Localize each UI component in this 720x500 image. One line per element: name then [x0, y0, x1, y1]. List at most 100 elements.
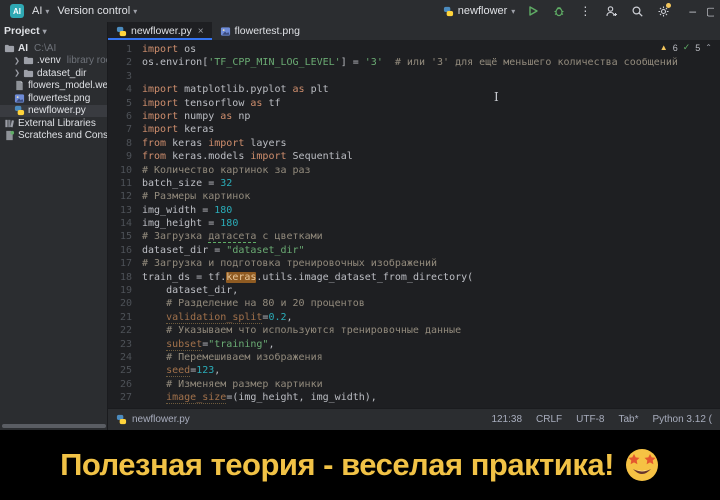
line-number[interactable]: 26 — [108, 378, 142, 391]
code-line-18[interactable]: 18train_ds = tf.keras.utils.image_datase… — [108, 271, 720, 284]
line-number[interactable]: 12 — [108, 190, 142, 203]
project-menu[interactable]: AI ▾ — [32, 5, 49, 17]
more-actions-button[interactable]: ⋮ — [577, 3, 593, 19]
code-line-17[interactable]: 17# Загрузка и подготовка тренировочных … — [108, 257, 720, 270]
line-number[interactable]: 25 — [108, 364, 142, 377]
debug-button[interactable] — [551, 3, 567, 19]
line-number[interactable]: 21 — [108, 311, 142, 324]
line-number[interactable]: 17 — [108, 257, 142, 270]
line-number[interactable]: 3 — [108, 70, 142, 83]
code-line-9[interactable]: 9from keras.models import Sequential — [108, 150, 720, 163]
line-number[interactable]: 2 — [108, 56, 142, 69]
search-everywhere-button[interactable] — [629, 3, 645, 19]
code-editor[interactable]: ▲ 6 ✓ 5 ⌃ 1import os2os.environ['TF_CPP_… — [108, 40, 720, 408]
text-cursor-pointer — [494, 88, 501, 101]
close-icon[interactable]: × — [198, 26, 204, 37]
settings-button[interactable] — [655, 3, 671, 19]
inspection-widget[interactable]: ▲ 6 ✓ 5 ⌃ — [660, 42, 712, 53]
maximize-button[interactable]: ▢ — [706, 5, 714, 18]
code-with-me-button[interactable] — [603, 3, 619, 19]
line-text: seed=123, — [142, 364, 720, 377]
code-token: 'TF_CPP_MIN_LOG_LEVEL' — [208, 57, 340, 68]
vcs-menu[interactable]: Version control ▾ — [57, 5, 137, 17]
status-widget-3[interactable]: Tab* — [619, 414, 639, 425]
code-line-20[interactable]: 20 # Разделение на 80 и 20 процентов — [108, 297, 720, 310]
code-line-10[interactable]: 10# Количество картинок за раз — [108, 164, 720, 177]
code-line-23[interactable]: 23 subset="training", — [108, 338, 720, 351]
code-line-1[interactable]: 1import os — [108, 43, 720, 56]
status-widget-1[interactable]: CRLF — [536, 414, 562, 425]
chevron-right-icon[interactable]: ❯ — [14, 69, 20, 77]
tab-newflower-py[interactable]: newflower.py × — [108, 22, 212, 40]
breadcrumb[interactable]: newflower.py — [116, 414, 190, 425]
tree-item--venv[interactable]: ❯.venvlibrary root — [0, 55, 107, 68]
line-number[interactable]: 9 — [108, 150, 142, 163]
line-number[interactable]: 10 — [108, 164, 142, 177]
code-line-7[interactable]: 7import keras — [108, 123, 720, 136]
line-number[interactable]: 6 — [108, 110, 142, 123]
line-text — [142, 70, 720, 83]
code-line-25[interactable]: 25 seed=123, — [108, 364, 720, 377]
tree-item-flowertest-png[interactable]: flowertest.png — [0, 92, 107, 105]
collapse-chevron-icon[interactable]: ⌃ — [705, 43, 712, 52]
tab-flowertest-png[interactable]: flowertest.png — [212, 22, 308, 40]
status-widget-0[interactable]: 121:38 — [491, 414, 522, 425]
line-number[interactable]: 27 — [108, 391, 142, 404]
code-line-21[interactable]: 21 validation_split=0.2, — [108, 311, 720, 324]
tab-label: newflower.py — [131, 25, 192, 37]
code-line-8[interactable]: 8from keras import layers — [108, 137, 720, 150]
line-number[interactable]: 22 — [108, 324, 142, 337]
line-number[interactable]: 23 — [108, 338, 142, 351]
code-token: ] = — [341, 57, 365, 68]
code-line-13[interactable]: 13img_width = 180 — [108, 204, 720, 217]
code-line-6[interactable]: 6import numpy as np — [108, 110, 720, 123]
status-widget-4[interactable]: Python 3.12 ( — [653, 414, 712, 425]
code-line-15[interactable]: 15# Загрузка датасета с цветками — [108, 230, 720, 243]
code-line-19[interactable]: 19 dataset_dir, — [108, 284, 720, 297]
code-line-24[interactable]: 24 # Перемешиваем изображения — [108, 351, 720, 364]
line-number[interactable]: 24 — [108, 351, 142, 364]
tree-item-dataset-dir[interactable]: ❯dataset_dir — [0, 67, 107, 80]
code-line-16[interactable]: 16dataset_dir = "dataset_dir" — [108, 244, 720, 257]
project-panel-hscrollbar[interactable] — [2, 424, 106, 428]
code-token: dataset_dir = — [142, 245, 226, 256]
code-line-3[interactable]: 3 — [108, 70, 720, 83]
tree-item-label: newflower.py — [28, 105, 86, 116]
code-line-11[interactable]: 11batch_size = 32 — [108, 177, 720, 190]
status-widget-2[interactable]: UTF-8 — [576, 414, 604, 425]
line-number[interactable]: 8 — [108, 137, 142, 150]
line-number[interactable]: 15 — [108, 230, 142, 243]
tree-item-flowers-model-weights-h5[interactable]: flowers_model.weights.h5 — [0, 80, 107, 93]
line-number[interactable]: 4 — [108, 83, 142, 96]
run-configuration-selector[interactable]: newflower ▾ — [443, 5, 516, 17]
code-line-26[interactable]: 26 # Изменяем размер картинки — [108, 378, 720, 391]
project-panel-header[interactable]: Project ▾ — [0, 22, 107, 40]
run-button[interactable] — [525, 3, 541, 19]
tree-item-scratches-and-consoles[interactable]: Scratches and Consoles — [0, 130, 107, 143]
code-line-22[interactable]: 22 # Указываем что используются трениров… — [108, 324, 720, 337]
code-line-5[interactable]: 5import tensorflow as tf — [108, 97, 720, 110]
minimize-button[interactable]: – — [689, 4, 696, 18]
code-line-4[interactable]: 4import matplotlib.pyplot as plt — [108, 83, 720, 96]
code-line-12[interactable]: 12# Размеры картинок — [108, 190, 720, 203]
line-number[interactable]: 1 — [108, 43, 142, 56]
line-number[interactable]: 11 — [108, 177, 142, 190]
project-logo-badge[interactable]: AI — [10, 4, 24, 18]
code-line-2[interactable]: 2os.environ['TF_CPP_MIN_LOG_LEVEL'] = '3… — [108, 56, 720, 69]
tree-item-newflower-py[interactable]: newflower.py — [0, 105, 107, 118]
tree-item-external-libraries[interactable]: External Libraries — [0, 117, 107, 130]
line-number[interactable]: 16 — [108, 244, 142, 257]
code-line-27[interactable]: 27 image_size=(img_height, img_width), — [108, 391, 720, 404]
code-token: "dataset_dir" — [226, 245, 304, 256]
line-number[interactable]: 18 — [108, 271, 142, 284]
line-number[interactable]: 14 — [108, 217, 142, 230]
chevron-right-icon[interactable]: ❯ — [14, 57, 20, 65]
line-number[interactable]: 20 — [108, 297, 142, 310]
line-number[interactable]: 13 — [108, 204, 142, 217]
line-number[interactable]: 5 — [108, 97, 142, 110]
tree-item-ai[interactable]: AIC:\AI — [0, 42, 107, 55]
line-number[interactable]: 19 — [108, 284, 142, 297]
code-token: # или '3' для ещё меньшего количества со… — [395, 57, 678, 68]
code-line-14[interactable]: 14img_height = 180 — [108, 217, 720, 230]
line-number[interactable]: 7 — [108, 123, 142, 136]
